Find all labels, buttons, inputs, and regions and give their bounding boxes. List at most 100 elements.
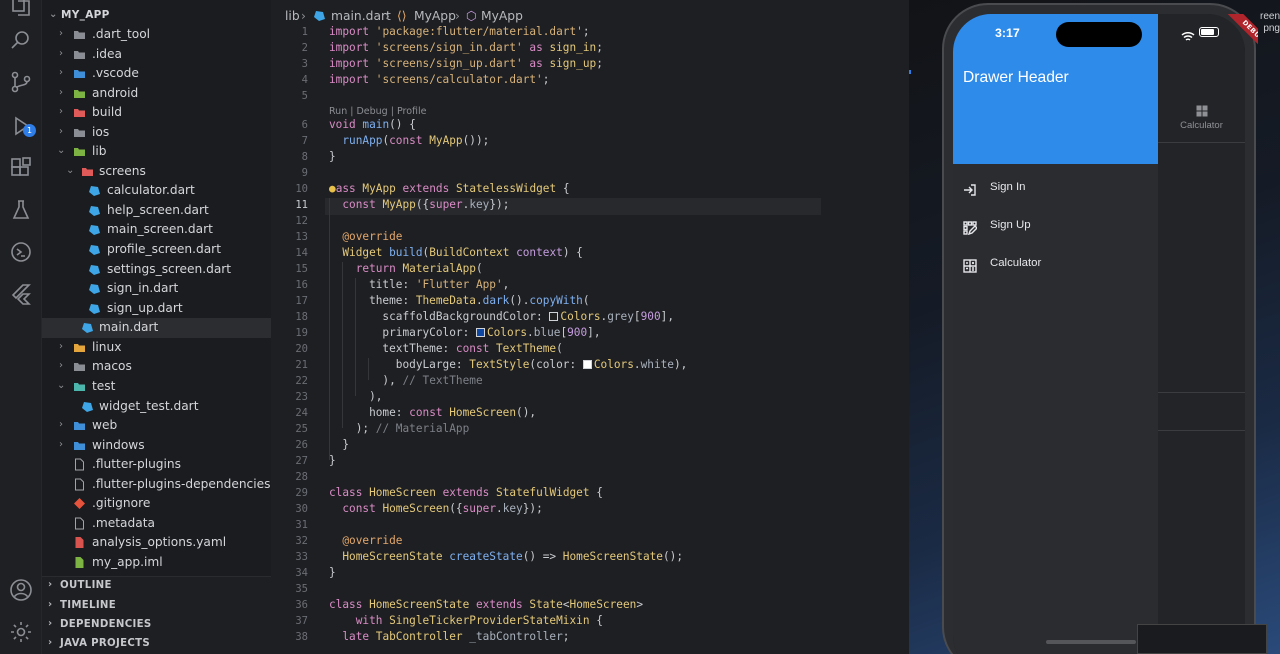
tree-file[interactable]: calculator.dart xyxy=(42,181,271,201)
line-number: 11 xyxy=(295,199,308,211)
debug-badge: 1 xyxy=(23,124,36,137)
code-line: title: 'Flutter App', xyxy=(329,278,510,291)
content-divider xyxy=(1158,392,1245,393)
tree-file[interactable]: profile_screen.dart xyxy=(42,240,271,260)
line-number: 28 xyxy=(295,471,308,483)
code-line: HomeScreenState createState() => HomeScr… xyxy=(342,550,684,563)
drawer-item-sign-in[interactable]: Sign In xyxy=(953,170,1158,208)
tree-file-selected[interactable]: main.dart xyxy=(42,318,271,338)
chevron-right-icon: › xyxy=(59,341,63,352)
wifi-icon xyxy=(1181,27,1195,41)
tree-folder[interactable]: › macos xyxy=(42,357,271,377)
section-dependencies[interactable]: › DEPENDENCIES xyxy=(42,616,271,635)
tree-folder[interactable]: › .dart_tool xyxy=(42,25,271,45)
line-number: 16 xyxy=(295,279,308,291)
tree-folder[interactable]: › build xyxy=(42,103,271,123)
dynamic-island xyxy=(1056,22,1142,47)
tree-file[interactable]: settings_screen.dart xyxy=(42,260,271,280)
line-number: 9 xyxy=(301,167,308,179)
flutter-icon[interactable] xyxy=(9,282,33,306)
simulator-screen[interactable]: Calculator 3:17 Drawer Header Sign In Si… xyxy=(953,14,1245,654)
class-icon: ⟨⟩ xyxy=(397,9,407,23)
sidebar-sections: › OUTLINE › TIMELINE › DEPENDENCIES › JAVA P… xyxy=(42,576,271,654)
method-icon: ⬡ xyxy=(466,9,477,23)
code-line: } xyxy=(329,150,336,163)
tree-folder[interactable]: › web xyxy=(42,416,271,436)
tree-folder[interactable]: › ios xyxy=(42,123,271,143)
settings-gear-icon[interactable] xyxy=(9,620,33,644)
vscode-folder-icon xyxy=(73,67,86,80)
android-folder-icon xyxy=(73,87,86,100)
code-line: textTheme: const TextTheme( xyxy=(329,342,563,355)
tree-folder[interactable]: ⌄ test xyxy=(42,377,271,397)
dart-file-icon xyxy=(313,9,326,22)
tree-file[interactable]: main_screen.dart xyxy=(42,220,271,240)
tree-folder[interactable]: › linux xyxy=(42,338,271,358)
tree-file[interactable]: sign_in.dart xyxy=(42,279,271,299)
account-icon[interactable] xyxy=(9,578,33,602)
tree-file[interactable]: analysis_options.yaml xyxy=(42,533,271,553)
code-line: late TabController _tabController; xyxy=(342,630,570,643)
tree-file[interactable]: my_app.iml xyxy=(42,553,271,573)
file-tree: ⌄ MY_APP › .dart_tool › .idea › .vscode › an… xyxy=(42,0,271,576)
tree-file[interactable]: sign_up.dart xyxy=(42,299,271,319)
explorer-icon[interactable] xyxy=(9,0,33,18)
remote-explorer-icon[interactable] xyxy=(9,240,33,264)
status-time: 3:17 xyxy=(995,26,1020,40)
linux-folder-icon xyxy=(73,341,86,354)
breadcrumb-file[interactable]: main.dart xyxy=(331,9,391,23)
tree-file[interactable]: .gitignore xyxy=(42,494,271,514)
chevron-right-icon: › xyxy=(48,579,53,590)
code-line: class HomeScreen extends StatefulWidget … xyxy=(329,486,603,499)
section-timeline[interactable]: › TIMELINE xyxy=(42,597,271,616)
code-line: class HomeScreenState extends State<Home… xyxy=(329,598,643,611)
section-java-projects[interactable]: › JAVA PROJECTS xyxy=(42,635,271,654)
extensions-icon[interactable] xyxy=(9,156,33,180)
testing-icon[interactable] xyxy=(9,198,33,222)
line-number: 24 xyxy=(295,407,308,419)
code-line: with SingleTickerProviderStateMixin { xyxy=(355,614,603,627)
codelens-run-debug-profile[interactable]: Run | Debug | Profile xyxy=(329,106,426,117)
search-icon[interactable] xyxy=(9,28,33,52)
tree-folder[interactable]: › android xyxy=(42,84,271,104)
tab-calculator[interactable]: Calculator xyxy=(1158,120,1245,131)
tree-folder[interactable]: › .idea xyxy=(42,45,271,65)
drawer-item-sign-up[interactable]: Sign Up xyxy=(953,208,1158,246)
line-number: 14 xyxy=(295,247,308,259)
chevron-right-icon: › xyxy=(59,87,63,98)
tree-file[interactable]: .flutter-plugins xyxy=(42,455,271,475)
chevron-right-icon: › xyxy=(59,67,63,78)
section-outline[interactable]: › OUTLINE xyxy=(42,577,271,596)
tree-file[interactable]: widget_test.dart xyxy=(42,397,271,417)
tree-file[interactable]: .metadata xyxy=(42,514,271,534)
source-control-icon[interactable] xyxy=(9,70,33,94)
code-line: } xyxy=(329,566,336,579)
breadcrumb-lib[interactable]: lib xyxy=(285,9,300,23)
code-line: @override xyxy=(342,230,403,243)
screenshot-thumbnail[interactable] xyxy=(1137,624,1267,654)
tree-folder[interactable]: ⌄ screens xyxy=(42,162,271,182)
line-number: 12 xyxy=(295,215,308,227)
folder-icon xyxy=(73,28,86,41)
tree-folder[interactable]: › windows xyxy=(42,436,271,456)
line-number: 22 xyxy=(295,375,308,387)
line-number: 2 xyxy=(301,42,308,54)
code-line: ●ass MyApp extends StatelessWidget { xyxy=(329,182,570,195)
explorer-panel: ⌄ MY_APP › .dart_tool › .idea › .vscode › an… xyxy=(42,0,271,654)
tree-file[interactable]: help_screen.dart xyxy=(42,201,271,221)
breadcrumb-member[interactable]: MyApp xyxy=(481,9,523,23)
explorer-root[interactable]: ⌄ MY_APP xyxy=(42,6,271,26)
tree-folder[interactable]: › .vscode xyxy=(42,64,271,84)
tree-file[interactable]: .flutter-plugins-dependencies xyxy=(42,475,271,495)
breadcrumb-class[interactable]: MyApp xyxy=(414,9,456,23)
drawer-item-calculator[interactable]: Calculator xyxy=(953,246,1158,284)
chevron-right-icon: › xyxy=(59,48,63,59)
code-editor[interactable]: lib › main.dart › ⟨⟩ MyApp › ⬡ MyApp Run… xyxy=(271,0,1179,654)
calculate-icon xyxy=(1196,102,1208,117)
line-number: 32 xyxy=(295,535,308,547)
navigation-drawer: 3:17 Drawer Header Sign In Sign Up Calcu… xyxy=(953,14,1158,654)
file-icon xyxy=(73,517,86,530)
file-icon xyxy=(73,478,86,491)
tree-folder[interactable]: ⌄ lib xyxy=(42,142,271,162)
dart-file-icon xyxy=(88,243,101,256)
